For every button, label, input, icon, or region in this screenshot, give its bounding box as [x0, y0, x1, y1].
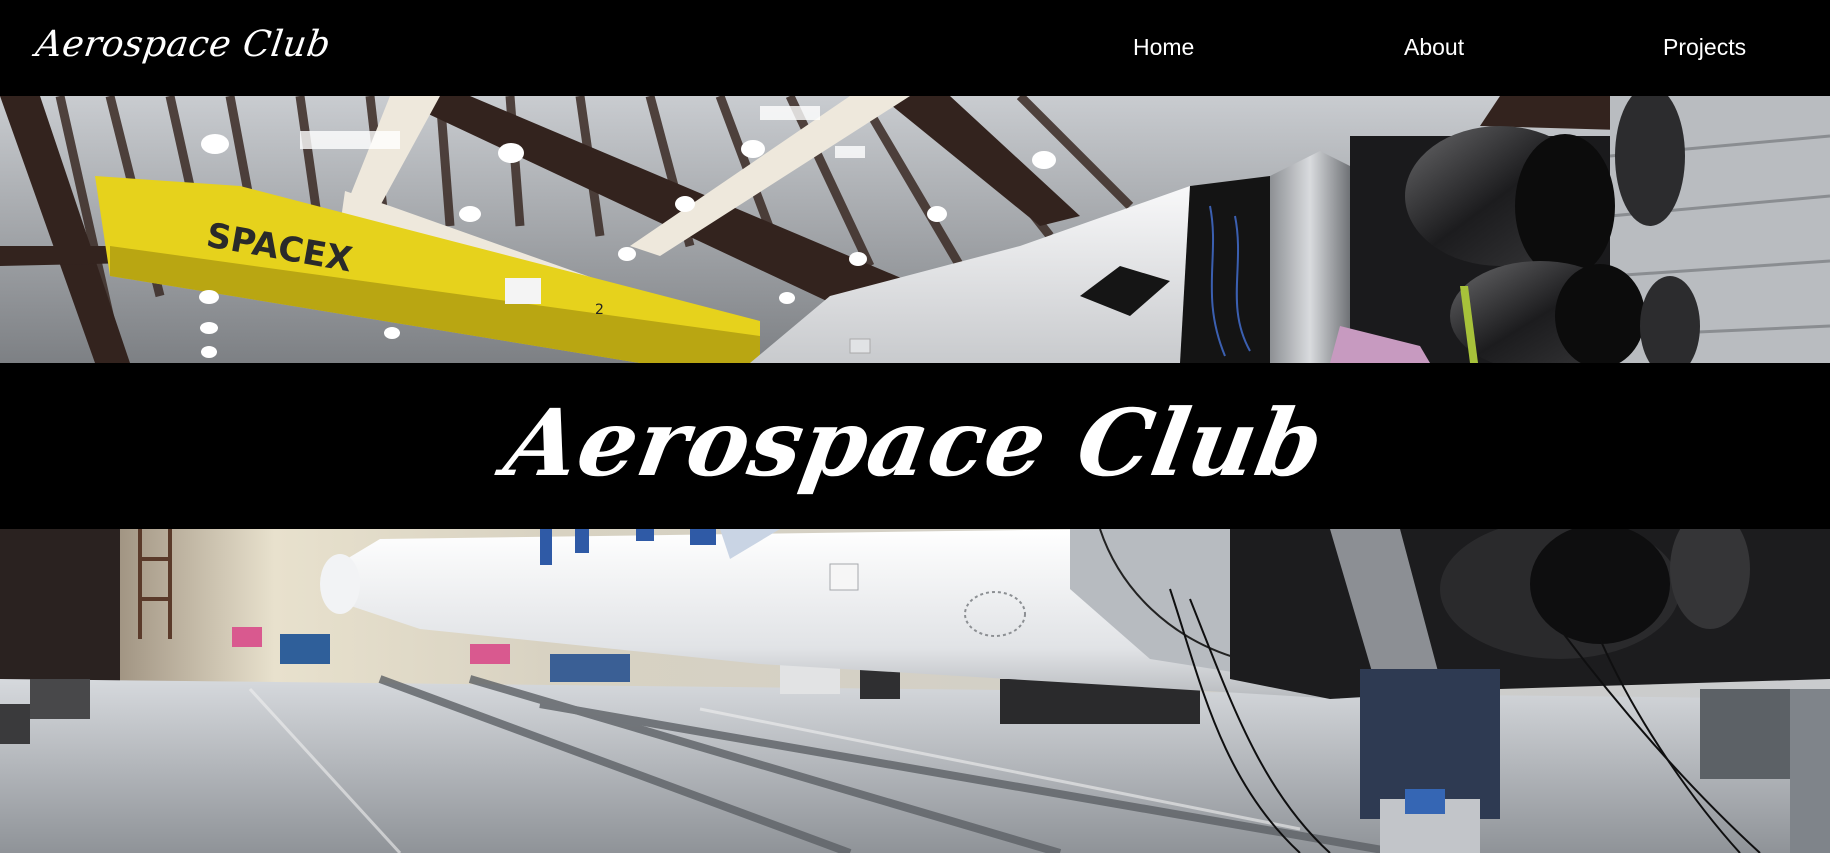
navbar: Aerospace Club Home About Projects — [0, 0, 1830, 96]
hangar-ceiling-illustration: SPACEX 2 — [0, 96, 1830, 363]
nav-link-home[interactable]: Home — [1133, 34, 1194, 61]
rocket-floor-illustration — [0, 529, 1830, 853]
site-logo[interactable]: Aerospace Club — [33, 24, 333, 65]
nav-link-projects[interactable]: Projects — [1663, 34, 1746, 61]
hero-image-bottom — [0, 529, 1830, 853]
hero-title: Aerospace Club — [497, 389, 1333, 497]
title-band: Aerospace Club — [0, 363, 1830, 529]
crane-number: 2 — [595, 302, 604, 318]
nav-link-about[interactable]: About — [1404, 34, 1464, 61]
hero-image-top: SPACEX 2 — [0, 96, 1830, 363]
